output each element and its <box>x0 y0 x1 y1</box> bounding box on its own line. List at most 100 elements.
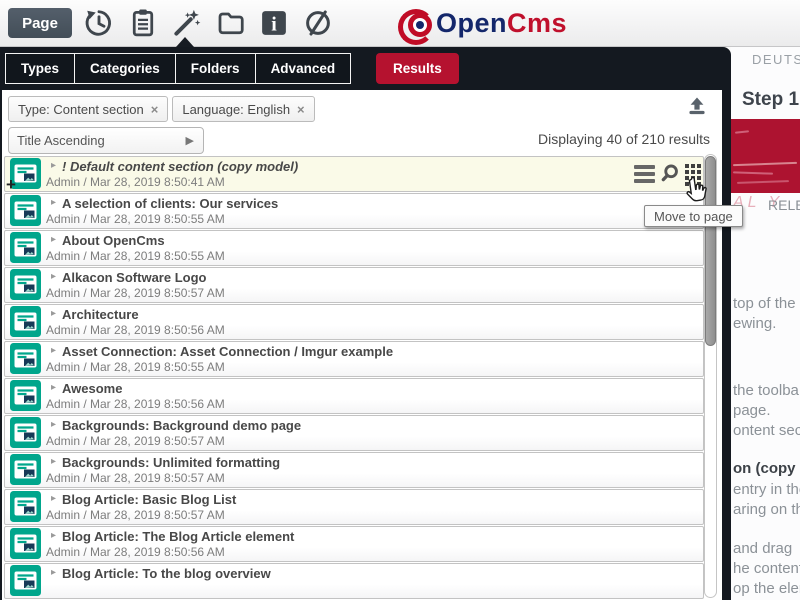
expand-caret-icon[interactable]: ▸ <box>51 456 56 467</box>
top-toolbar: Page i <box>0 0 800 47</box>
background-text-fragment: and drag <box>733 540 792 557</box>
result-row[interactable]: ▸ A selection of clients: Our services A… <box>4 193 704 229</box>
content-section-icon <box>10 528 41 559</box>
result-meta: Admin / Mar 28, 2019 8:50:57 AM <box>46 434 225 448</box>
expand-caret-icon[interactable]: ▸ <box>51 160 56 171</box>
clipboard-icon[interactable] <box>128 8 158 38</box>
tab-folders[interactable]: Folders <box>175 53 256 84</box>
result-row[interactable]: ▸ Backgrounds: Background demo page Admi… <box>4 415 704 451</box>
svg-text:i: i <box>271 14 277 36</box>
remove-filter-icon[interactable]: × <box>151 102 159 117</box>
result-title: Blog Article: The Blog Article element <box>62 529 294 544</box>
result-meta: Admin / Mar 28, 2019 8:50:57 AM <box>46 471 225 485</box>
info-icon[interactable]: i <box>259 8 289 38</box>
background-text-fragment: on (copy m <box>733 460 800 477</box>
publish-icon[interactable] <box>303 8 333 38</box>
content-section-icon: + <box>10 158 41 189</box>
result-title: Alkacon Software Logo <box>62 270 206 285</box>
magic-wand-icon[interactable] <box>172 8 202 38</box>
result-meta: Admin / Mar 28, 2019 8:50:55 AM <box>46 212 225 226</box>
result-title: Awesome <box>62 381 122 396</box>
result-meta: Admin / Mar 28, 2019 8:50:57 AM <box>46 508 225 522</box>
tab-types[interactable]: Types <box>5 53 75 84</box>
expand-caret-icon[interactable]: ▸ <box>51 308 56 319</box>
result-meta: Admin / Mar 28, 2019 8:50:55 AM <box>46 249 225 263</box>
content-section-icon <box>10 232 41 263</box>
background-text-fragment: entry in the <box>733 481 800 498</box>
sort-select[interactable]: Title Ascending ▶ <box>8 127 204 154</box>
results-list: + ▸ ! Default content section (copy mode… <box>4 156 704 600</box>
opencms-logo-icon <box>398 7 436 39</box>
expand-caret-icon[interactable]: ▸ <box>51 382 56 393</box>
dialog-caret-icon <box>176 37 194 47</box>
result-title: ! Default content section (copy model) <box>62 159 298 174</box>
background-heading: Step 1: <box>742 89 800 111</box>
background-text-fragment: ewing. <box>733 315 776 332</box>
background-text-fragment: page. <box>733 402 771 419</box>
content-section-icon <box>10 380 41 411</box>
result-meta: Admin / Mar 28, 2019 8:50:56 AM <box>46 545 225 559</box>
expand-caret-icon[interactable]: ▸ <box>51 234 56 245</box>
result-title: Backgrounds: Background demo page <box>62 418 301 433</box>
filter-chip-language: Language: English × <box>172 96 314 122</box>
tab-results[interactable]: Results <box>376 53 459 84</box>
result-meta: Admin / Mar 28, 2019 8:50:55 AM <box>46 360 225 374</box>
result-meta: Admin / Mar 28, 2019 8:50:56 AM <box>46 323 225 337</box>
result-title: A selection of clients: Our services <box>62 196 278 211</box>
context-menu-icon[interactable] <box>634 163 655 183</box>
background-text-fragment: op the eler <box>733 580 800 597</box>
page-button[interactable]: Page <box>8 8 72 38</box>
result-meta: Admin / Mar 28, 2019 8:50:57 AM <box>46 286 225 300</box>
result-title: About OpenCms <box>62 233 165 248</box>
background-text-fragment: top of the <box>733 295 796 312</box>
content-section-icon <box>10 491 41 522</box>
expand-caret-icon[interactable]: ▸ <box>51 197 56 208</box>
expand-caret-icon[interactable]: ▸ <box>51 567 56 578</box>
content-section-icon <box>10 454 41 485</box>
result-row[interactable]: ▸ Blog Article: The Blog Article element… <box>4 526 704 562</box>
result-row[interactable]: ▸ About OpenCms Admin / Mar 28, 2019 8:5… <box>4 230 704 266</box>
content-section-icon <box>10 565 41 596</box>
expand-caret-icon[interactable]: ▸ <box>51 419 56 430</box>
result-meta: Admin / Mar 28, 2019 8:50:56 AM <box>46 397 225 411</box>
gallery-tabbar: Types Categories Folders Advanced Result… <box>0 47 731 90</box>
copy-model-plus-icon: + <box>6 175 16 195</box>
upload-icon[interactable] <box>686 95 708 117</box>
result-row[interactable]: ▸ Blog Article: Basic Blog List Admin / … <box>4 489 704 525</box>
gallery-dialog-body: Type: Content section × Language: Englis… <box>2 90 722 600</box>
hand-cursor-icon <box>681 174 713 212</box>
content-section-icon <box>10 343 41 374</box>
history-icon[interactable] <box>84 8 114 38</box>
background-text-fragment: ontent sect <box>733 422 800 439</box>
background-text-fragment: aring on th <box>733 501 800 518</box>
expand-caret-icon[interactable]: ▸ <box>51 530 56 541</box>
content-section-icon <box>10 269 41 300</box>
expand-caret-icon[interactable]: ▸ <box>51 345 56 356</box>
result-row[interactable]: + ▸ ! Default content section (copy mode… <box>4 156 704 192</box>
background-release-text: RELE <box>768 197 800 213</box>
screen: DEUTSC Step 1: AL Y RELE top of theewing… <box>0 0 800 600</box>
remove-filter-icon[interactable]: × <box>297 102 305 117</box>
result-meta: Admin / Mar 28, 2019 8:50:41 AM <box>46 175 225 189</box>
result-row[interactable]: ▸ Backgrounds: Unlimited formatting Admi… <box>4 452 704 488</box>
background-text-fragment: he content <box>733 560 800 577</box>
result-row[interactable]: ▸ Architecture Admin / Mar 28, 2019 8:50… <box>4 304 704 340</box>
preview-icon[interactable] <box>660 163 680 188</box>
opencms-logo: OpenCms <box>398 7 567 39</box>
sort-arrow-icon: ▶ <box>186 134 194 147</box>
result-title: Architecture <box>62 307 139 322</box>
expand-caret-icon[interactable]: ▸ <box>51 271 56 282</box>
tab-categories[interactable]: Categories <box>74 53 176 84</box>
result-title: Asset Connection: Asset Connection / Img… <box>62 344 393 359</box>
result-row[interactable]: ▸ Awesome Admin / Mar 28, 2019 8:50:56 A… <box>4 378 704 414</box>
content-section-icon <box>10 306 41 337</box>
content-section-icon <box>10 417 41 448</box>
result-row[interactable]: ▸ Asset Connection: Asset Connection / I… <box>4 341 704 377</box>
result-row[interactable]: ▸ Alkacon Software Logo Admin / Mar 28, … <box>4 267 704 303</box>
filter-chip-type: Type: Content section × <box>8 96 168 122</box>
background-banner-image <box>731 119 800 193</box>
result-row[interactable]: ▸ Blog Article: To the blog overview <box>4 563 704 599</box>
expand-caret-icon[interactable]: ▸ <box>51 493 56 504</box>
tab-advanced[interactable]: Advanced <box>255 53 352 84</box>
folder-icon[interactable] <box>216 8 246 38</box>
